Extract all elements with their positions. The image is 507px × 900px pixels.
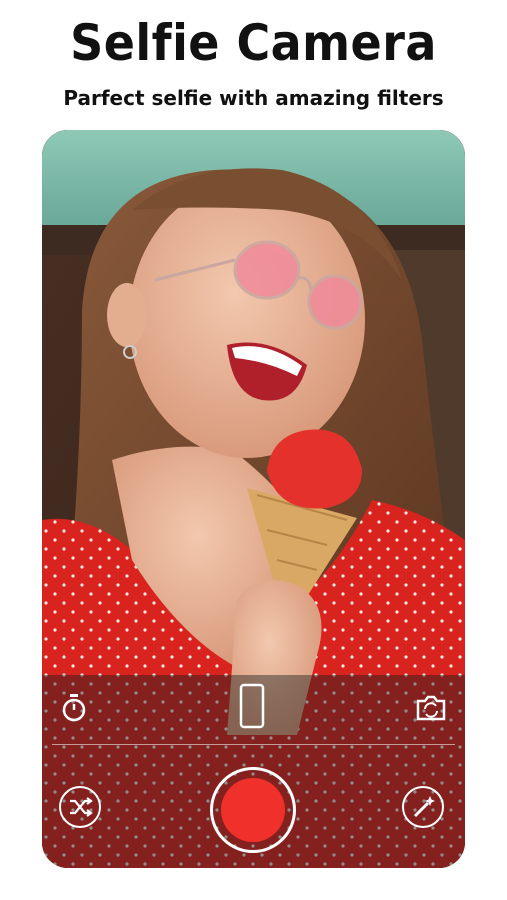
controls-divider [52, 744, 455, 745]
shutter-button-core[interactable] [221, 778, 285, 842]
aspect-frame-icon[interactable] [239, 683, 265, 729]
shuffle-icon[interactable] [59, 786, 101, 828]
promo-title: Selfie Camera [70, 14, 437, 72]
shutter-button[interactable] [210, 767, 296, 853]
timer-icon[interactable] [60, 693, 88, 723]
flip-camera-icon[interactable] [414, 693, 448, 723]
camera-preview [42, 130, 465, 868]
promo-subtitle: Parfect selfie with amazing filters [63, 86, 444, 110]
magic-wand-icon[interactable] [402, 786, 444, 828]
